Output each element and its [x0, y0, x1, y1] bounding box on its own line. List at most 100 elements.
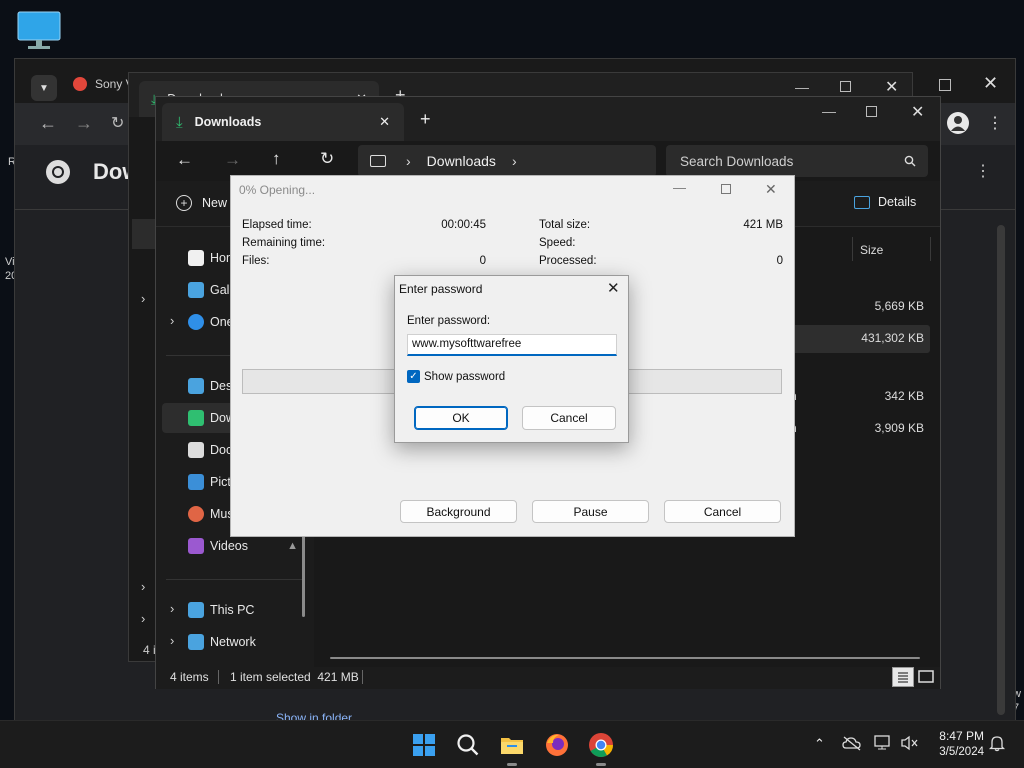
explorer-tab[interactable]: ⤓ Downloads ✕	[162, 103, 404, 141]
close-button[interactable]: ✕	[607, 279, 620, 297]
ok-button[interactable]: OK	[414, 406, 508, 430]
elapsed-time-label: Elapsed time:	[242, 219, 312, 231]
files-label: Files:	[242, 255, 270, 267]
monitor-icon	[370, 155, 386, 167]
running-indicator	[507, 763, 517, 766]
download-icon: ⤓	[176, 113, 183, 131]
divider	[166, 579, 302, 580]
selection-info: 1 item selected 421 MB	[230, 670, 359, 684]
forward-arrow-icon[interactable]: →	[75, 113, 93, 134]
expand-chevron-icon[interactable]: ›	[141, 579, 145, 594]
volume-muted-icon[interactable]	[900, 735, 920, 751]
chevron-up-icon[interactable]: ⌃	[814, 736, 825, 752]
taskbar: ⌃ 8:47 PM 3/5/2024	[0, 720, 1024, 768]
minimize-button[interactable]: —	[673, 180, 686, 195]
close-button[interactable]: ✕	[885, 77, 898, 97]
elapsed-time-value: 00:00:45	[441, 219, 486, 231]
file-explorer-icon[interactable]	[498, 731, 526, 759]
breadcrumb-chevron-icon: ›	[406, 153, 411, 169]
show-password-checkbox[interactable]: ✓ Show password	[407, 370, 505, 383]
maximize-button[interactable]	[840, 81, 851, 92]
menu-kebab-icon[interactable]: ⋮	[987, 113, 1003, 133]
download-icon	[188, 410, 204, 426]
this-pc-desktop-icon[interactable]	[16, 10, 62, 52]
minimize-button[interactable]: —	[822, 103, 836, 119]
speed-label: Speed:	[539, 237, 576, 249]
desktop-icon	[188, 378, 204, 394]
details-button[interactable]: Details	[854, 195, 916, 209]
processed-value: 0	[776, 255, 783, 267]
expand-chevron-icon[interactable]: ›	[141, 291, 145, 306]
music-icon	[188, 506, 204, 522]
nav-label: This PC	[210, 603, 255, 617]
new-tab-button[interactable]: +	[420, 109, 431, 130]
home-icon	[188, 250, 204, 266]
maximize-button[interactable]	[939, 79, 951, 91]
search-icon[interactable]	[454, 731, 482, 759]
expand-chevron-icon[interactable]: ›	[141, 611, 145, 626]
file-size: 431,302 KB	[861, 331, 924, 345]
maximize-button[interactable]	[866, 106, 877, 117]
divider	[362, 670, 363, 684]
status-fragment: 4 i	[143, 643, 156, 657]
cancel-button[interactable]: Cancel	[664, 500, 781, 523]
network-icon[interactable]	[874, 735, 894, 751]
chrome-tab[interactable]: Sony V	[73, 77, 134, 91]
nav-item-this-pc[interactable]: This PC	[162, 595, 298, 625]
tiles-view-button[interactable]	[916, 667, 936, 687]
cancel-button[interactable]: Cancel	[522, 406, 616, 430]
maximize-button[interactable]	[721, 184, 731, 194]
forward-arrow-icon[interactable]: →	[224, 150, 241, 170]
details-view-button[interactable]	[892, 667, 914, 687]
videos-icon	[188, 538, 204, 554]
pictures-icon	[188, 474, 204, 490]
back-arrow-icon[interactable]: ←	[39, 113, 57, 134]
close-button[interactable]: ✕	[765, 181, 777, 198]
scrollbar[interactable]	[997, 225, 1005, 715]
new-label: New	[202, 196, 228, 210]
nav-label: Network	[210, 635, 256, 649]
search-icon	[904, 155, 916, 167]
breadcrumb[interactable]: Downloads	[427, 153, 496, 169]
file-size: 3,909 KB	[874, 421, 924, 435]
onedrive-icon[interactable]	[842, 735, 862, 751]
start-icon[interactable]	[410, 731, 438, 759]
password-prompt: Enter password:	[407, 315, 491, 327]
pin-icon[interactable]: ▲	[287, 540, 298, 552]
show-password-label: Show password	[424, 370, 506, 383]
minimize-button[interactable]: —	[795, 79, 809, 95]
files-value: 0	[479, 255, 486, 267]
file-size: 5,669 KB	[874, 299, 924, 313]
background-button[interactable]: Background	[400, 500, 517, 523]
up-arrow-icon[interactable]: ↑	[272, 149, 281, 169]
total-size-label: Total size:	[539, 219, 591, 231]
new-button[interactable]: + New	[176, 195, 227, 211]
firefox-icon[interactable]	[543, 731, 571, 759]
refresh-icon[interactable]: ↻	[320, 149, 334, 169]
plus-circle-icon: +	[176, 195, 192, 211]
horizontal-scrollbar[interactable]	[330, 657, 920, 659]
chrome-icon[interactable]	[587, 731, 615, 759]
search-input[interactable]: Search Downloads	[666, 145, 928, 177]
tab-search-button[interactable]: ▼	[31, 75, 57, 101]
tab-title: Downloads	[194, 115, 262, 129]
pc-icon	[188, 602, 204, 618]
status-bar: 4 items 1 item selected 421 MB	[156, 667, 940, 689]
back-arrow-icon[interactable]: ←	[176, 150, 193, 170]
notification-bell-icon[interactable]	[988, 734, 1006, 752]
close-button[interactable]: ✕	[911, 102, 924, 122]
password-input[interactable]: www.mysofttwarefree	[407, 334, 617, 356]
address-bar[interactable]: › Downloads ›	[358, 145, 656, 177]
size-column-header[interactable]: Size	[860, 243, 883, 257]
close-tab-icon[interactable]: ✕	[379, 114, 390, 130]
reload-icon[interactable]: ↻	[111, 113, 124, 133]
page-menu-icon[interactable]: ⋮	[975, 161, 991, 181]
column-divider	[852, 237, 853, 261]
clock-time[interactable]: 8:47 PM	[928, 729, 984, 743]
pause-button[interactable]: Pause	[532, 500, 649, 523]
password-dialog: Enter password ✕ Enter password: www.mys…	[394, 275, 629, 443]
close-button[interactable]: ✕	[983, 73, 998, 94]
profile-avatar[interactable]	[947, 112, 969, 134]
clock-date[interactable]: 3/5/2024	[926, 746, 984, 758]
nav-item-network[interactable]: Network	[162, 627, 298, 657]
